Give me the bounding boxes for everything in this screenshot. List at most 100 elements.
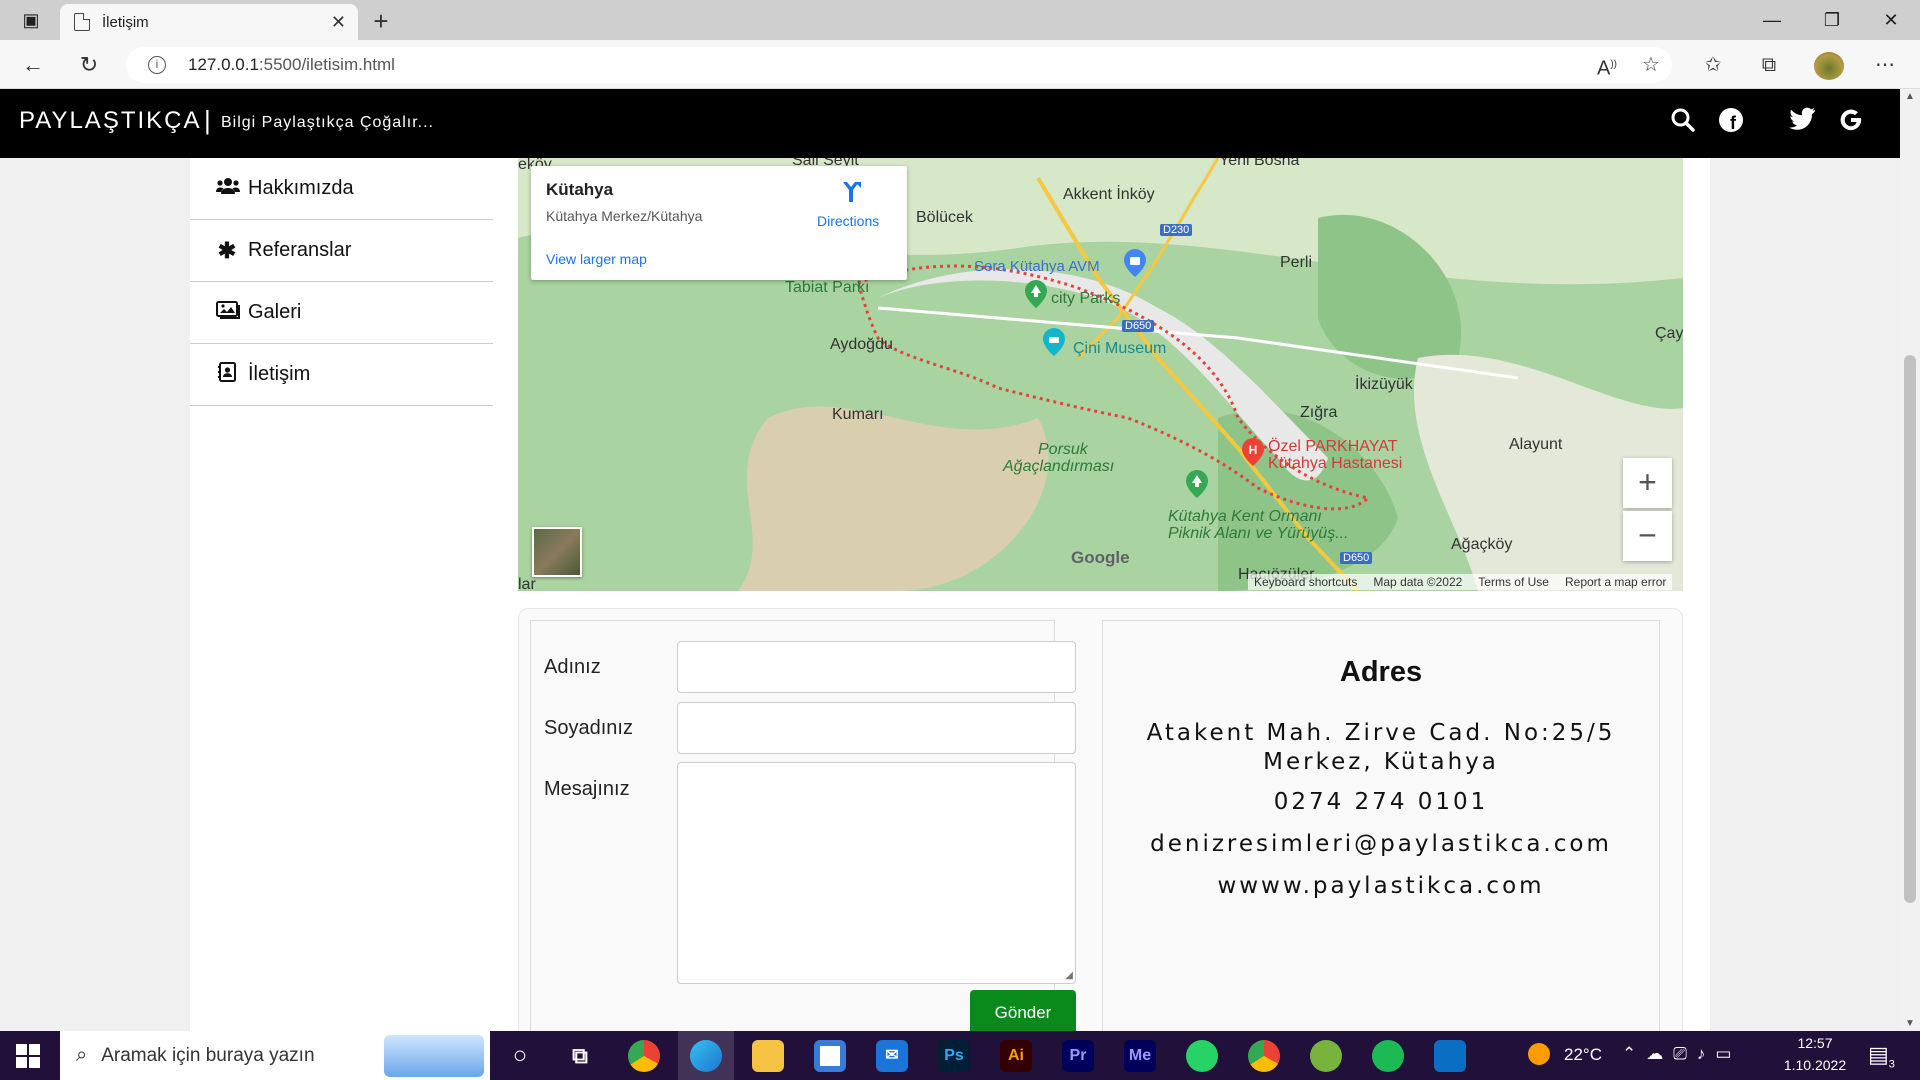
users-icon (216, 177, 240, 200)
facebook-icon[interactable]: f (1717, 107, 1745, 135)
mail-icon[interactable]: ✉ (876, 1040, 908, 1072)
map-place-address: Kütahya Merkez/Kütahya (546, 208, 703, 224)
spotify-icon[interactable] (1372, 1040, 1404, 1072)
notification-count: 3 (1888, 1058, 1895, 1071)
resize-grip-icon[interactable]: ◢ (1065, 970, 1073, 981)
back-arrow-icon[interactable]: ← (16, 50, 50, 80)
address-title: Adres (1339, 656, 1423, 688)
report-error-link[interactable]: Report a map error (1565, 575, 1666, 589)
twitter-icon[interactable] (1788, 107, 1816, 135)
notification-center-icon[interactable]: ▤3 (1868, 1042, 1895, 1070)
favorites-icon[interactable]: ✩ (1696, 50, 1730, 80)
map-poi[interactable]: Tabiat Parkı (785, 279, 869, 297)
task-view-icon[interactable]: ⧉ (564, 1040, 596, 1072)
zoom-out-button[interactable]: − (1623, 511, 1672, 561)
taskbar-search-box[interactable]: ⌕ Aramak için buraya yazın (60, 1031, 490, 1080)
map-poi[interactable]: Ağaçlandırması (1003, 458, 1114, 476)
directions-link[interactable]: Directions (817, 213, 879, 229)
photoshop-icon[interactable]: Ps (938, 1040, 970, 1072)
tab-actions-icon[interactable]: ▣ (6, 0, 56, 40)
profile-avatar[interactable] (1814, 52, 1844, 80)
page-scrollbar[interactable]: ▲ ▼ (1900, 89, 1920, 1031)
close-window-button[interactable]: ✕ (1866, 0, 1916, 40)
map-poi[interactable]: Özel PARKHAYAT (1268, 438, 1398, 456)
map-poi[interactable]: Kütahya Kent Ormanı (1168, 508, 1322, 526)
map-label: Çay (1655, 325, 1683, 342)
submit-button[interactable]: Gönder (970, 990, 1076, 1035)
refresh-icon[interactable]: ↻ (72, 50, 106, 80)
weather-sun-icon[interactable] (1528, 1043, 1550, 1065)
chrome-icon[interactable] (628, 1040, 660, 1072)
sidebar-item-referanslar[interactable]: ✱ Referanslar (190, 220, 493, 282)
minimize-button[interactable]: — (1747, 0, 1797, 40)
illustrator-icon[interactable]: Ai (1000, 1040, 1032, 1072)
store-icon[interactable] (814, 1040, 846, 1072)
system-tray-icons[interactable]: ⌃☁⎚♪▭ (1622, 1044, 1741, 1064)
hospital-pin-icon[interactable]: H (1242, 438, 1264, 466)
tree-pin-icon[interactable] (1186, 470, 1208, 498)
edge-icon[interactable] (690, 1040, 722, 1072)
premiere-icon[interactable]: Pr (1062, 1040, 1094, 1072)
zoom-in-button[interactable]: + (1623, 458, 1672, 508)
url-host: 127.0.0.1 (188, 55, 259, 74)
sidebar-nav: Hakkımızda ✱ Referanslar Galeri İletişim (190, 158, 493, 406)
surname-input[interactable] (677, 702, 1076, 754)
contact-card-icon (216, 362, 238, 387)
url-field[interactable]: i 127.0.0.1 :5500/iletisim.html (126, 47, 1672, 83)
chrome-profile-icon[interactable] (1248, 1040, 1280, 1072)
brand-separator: | (204, 105, 211, 135)
weather-temperature[interactable]: 22°C (1564, 1045, 1602, 1065)
vscode-icon[interactable] (1434, 1040, 1466, 1072)
name-input[interactable] (677, 641, 1076, 693)
clock-time[interactable]: 12:57 (1775, 1035, 1855, 1051)
windows-start-icon[interactable] (16, 1044, 40, 1068)
map-poi[interactable]: Porsuk (1038, 441, 1088, 459)
whatsapp-icon[interactable] (1186, 1040, 1218, 1072)
directions-icon[interactable] (839, 180, 863, 204)
windows-taskbar: ⌕ Aramak için buraya yazın ○ ⧉ ✉ Ps Ai P… (0, 1031, 1920, 1080)
search-icon[interactable] (1669, 107, 1697, 135)
museum-pin-icon[interactable] (1043, 328, 1065, 356)
google-icon[interactable] (1837, 107, 1865, 135)
google-logo[interactable]: Google (1071, 548, 1130, 568)
sidebar-item-iletisim[interactable]: İletişim (190, 344, 493, 406)
scroll-down-icon[interactable]: ▼ (1905, 1018, 1915, 1029)
add-favorite-icon[interactable]: ☆ (1634, 50, 1668, 80)
shopping-pin-icon[interactable] (1124, 249, 1146, 277)
terms-link[interactable]: Terms of Use (1478, 575, 1549, 589)
new-tab-button[interactable]: + (366, 6, 396, 37)
scroll-up-icon[interactable]: ▲ (1905, 91, 1915, 102)
sidebar-item-hakkimizda[interactable]: Hakkımızda (190, 158, 493, 220)
media-encoder-icon[interactable]: Me (1124, 1040, 1156, 1072)
map-poi[interactable]: city Parks (1051, 290, 1120, 308)
message-label: Mesajınız (544, 778, 630, 800)
map-data-text: Map data ©2022 (1373, 575, 1463, 589)
cortana-icon[interactable]: ○ (504, 1040, 536, 1072)
message-textarea[interactable]: ◢ (677, 762, 1076, 984)
more-menu-icon[interactable]: ⋯ (1868, 50, 1902, 80)
restore-button[interactable]: ❐ (1807, 0, 1857, 40)
site-brand[interactable]: PAYLAŞTIKÇA (19, 107, 202, 135)
utorrent-icon[interactable] (1310, 1040, 1342, 1072)
site-info-icon[interactable]: i (148, 56, 166, 74)
map-poi[interactable]: Kütahya Hastanesi (1268, 455, 1402, 473)
browser-tab[interactable]: İletişim ✕ (60, 4, 358, 40)
scrollbar-thumb[interactable] (1904, 355, 1916, 903)
view-larger-map-link[interactable]: View larger map (546, 251, 647, 267)
satellite-toggle[interactable] (532, 527, 582, 577)
map-label: Bölücek (916, 209, 973, 226)
collections-icon[interactable]: ⧉ (1752, 50, 1786, 80)
keyboard-shortcuts-link[interactable]: Keyboard shortcuts (1254, 575, 1357, 589)
phone-number: 0274 274 0101 (1273, 789, 1489, 815)
tree-pin-icon[interactable] (1025, 280, 1047, 308)
sidebar-item-galeri[interactable]: Galeri (190, 282, 493, 344)
map-poi[interactable]: Çini Museum (1073, 340, 1166, 358)
map-poi[interactable]: Sera Kütahya AVM (974, 258, 1100, 275)
read-aloud-icon[interactable]: A)) (1590, 50, 1624, 80)
close-tab-icon[interactable]: ✕ (331, 12, 346, 33)
website-address: wwww.paylastikca.com (1217, 873, 1545, 899)
address-toolbar: ← ↻ i 127.0.0.1 :5500/iletisim.html A)) … (0, 40, 1920, 89)
clock-date[interactable]: 1.10.2022 (1775, 1057, 1855, 1073)
file-explorer-icon[interactable] (752, 1040, 784, 1072)
map-poi[interactable]: Piknik Alanı ve Yürüyüş... (1168, 525, 1349, 543)
